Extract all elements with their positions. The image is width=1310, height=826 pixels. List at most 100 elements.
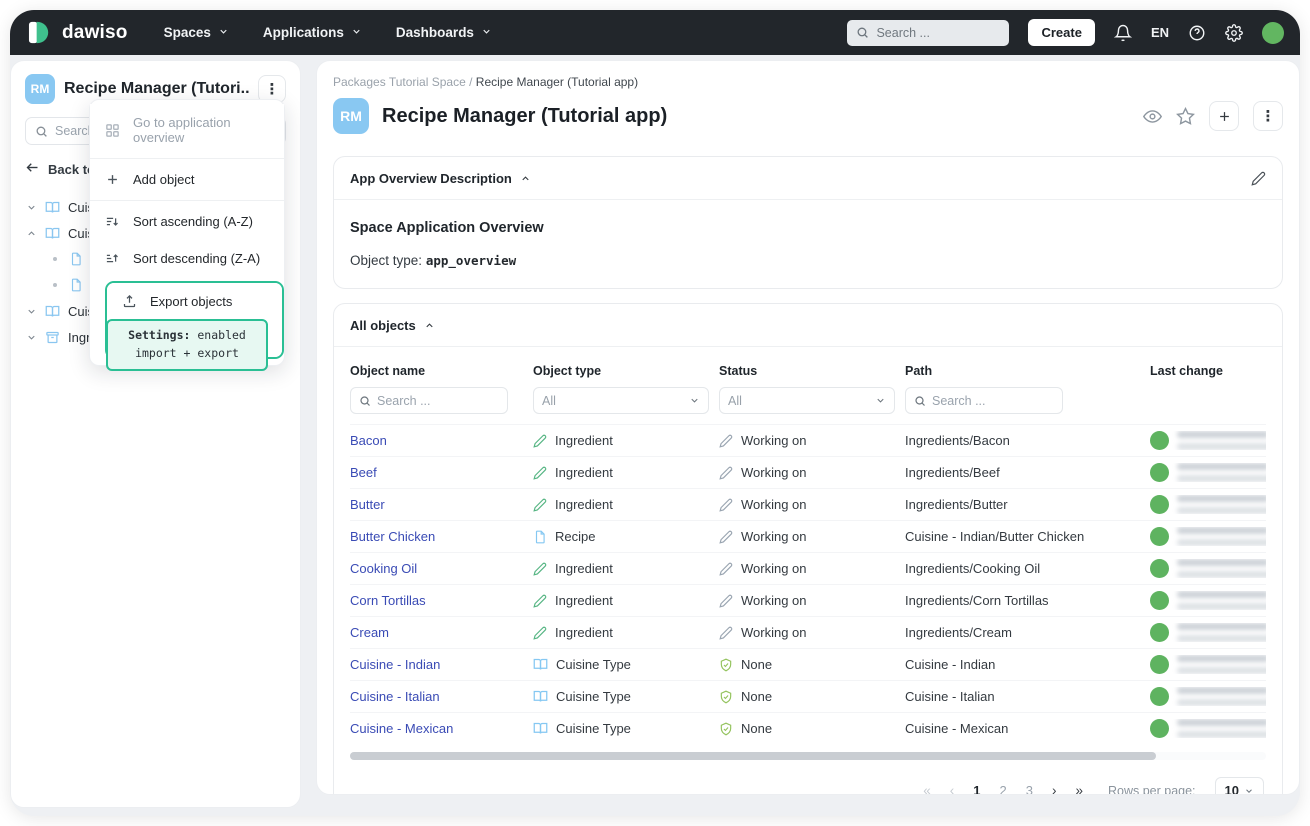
- favorite-star-icon[interactable]: [1176, 106, 1195, 126]
- column-path: Path: [905, 364, 933, 378]
- export-upload-icon: [122, 294, 137, 309]
- chevron-down-icon: [875, 395, 886, 406]
- breadcrumb-parent[interactable]: Packages Tutorial Space: [333, 75, 466, 89]
- settings-callout: Settings: enabled import + export: [106, 319, 268, 371]
- object-name-link[interactable]: Corn Tortillas: [350, 593, 426, 608]
- table-row: Butter Chicken Recipe Working on Cuisine…: [350, 520, 1266, 552]
- chevron-down-icon: [1244, 786, 1254, 795]
- object-name-link[interactable]: Butter Chicken: [350, 529, 435, 544]
- app-avatar: RM: [25, 74, 55, 104]
- object-name-link[interactable]: Cooking Oil: [350, 561, 417, 576]
- object-name-link[interactable]: Butter: [350, 497, 385, 512]
- object-name-link[interactable]: Cuisine - Italian: [350, 689, 440, 704]
- breadcrumb: Packages Tutorial Space / Recipe Manager…: [333, 75, 639, 89]
- table-header-row: Object name Object type Status Path Last…: [350, 347, 1266, 387]
- page-1-button[interactable]: 1: [973, 783, 980, 794]
- grid-icon: [105, 123, 120, 138]
- nav-dashboards[interactable]: Dashboards: [396, 25, 492, 40]
- first-page-button[interactable]: «: [923, 783, 931, 794]
- editor-avatar: [1150, 559, 1169, 578]
- sidebar: RM Recipe Manager (Tutori... ⋮ Back to C…: [10, 60, 301, 808]
- redacted-change-info: [1177, 559, 1266, 578]
- editor-avatar: [1150, 527, 1169, 546]
- object-name-link[interactable]: Bacon: [350, 433, 387, 448]
- prev-page-button[interactable]: ‹: [950, 783, 955, 794]
- bullet-icon: [53, 257, 57, 261]
- recipe-file-icon: [533, 530, 547, 544]
- editor-avatar: [1150, 719, 1169, 738]
- horizontal-scrollbar-thumb[interactable]: [350, 752, 1157, 760]
- chevron-down-icon: [25, 202, 37, 213]
- collapse-chevron-icon[interactable]: [424, 320, 435, 331]
- object-name-link[interactable]: Cream: [350, 625, 389, 640]
- last-change-cell: [1150, 719, 1266, 738]
- menu-item-sort-ascending[interactable]: Sort ascending (A-Z): [90, 203, 284, 240]
- status-filter-select[interactable]: All: [719, 387, 895, 414]
- all-objects-card: All objects Object name Object type Stat…: [333, 303, 1283, 795]
- sidebar-app-title[interactable]: Recipe Manager (Tutori...: [64, 80, 249, 98]
- path-cell: Cuisine - Indian: [905, 657, 996, 672]
- edit-pencil-icon[interactable]: [1251, 171, 1266, 186]
- page-2-button[interactable]: 2: [999, 783, 1006, 794]
- type-filter-select[interactable]: All: [533, 387, 709, 414]
- working-on-pencil-icon: [719, 594, 733, 608]
- last-change-cell: [1150, 463, 1266, 482]
- collapse-chevron-icon[interactable]: [520, 173, 531, 184]
- path-filter-input[interactable]: [932, 393, 1054, 408]
- recipe-file-icon: [69, 252, 83, 266]
- cuisine-type-book-icon: [533, 689, 548, 704]
- table-body: Bacon Ingredient Working on Ingredients/…: [350, 424, 1266, 744]
- notifications-bell-icon[interactable]: [1113, 24, 1132, 42]
- editor-avatar: [1150, 623, 1169, 642]
- path-cell: Ingredients/Beef: [905, 465, 1000, 480]
- user-avatar[interactable]: [1262, 21, 1284, 44]
- editor-avatar: [1150, 655, 1169, 674]
- name-filter-input[interactable]: [377, 393, 499, 408]
- object-name-link[interactable]: Cuisine - Indian: [350, 657, 440, 672]
- help-icon[interactable]: [1188, 24, 1206, 42]
- more-kebab-button[interactable]: ⋮: [1253, 101, 1283, 131]
- table-row: Cooking Oil Ingredient Working on Ingred…: [350, 552, 1266, 584]
- name-filter[interactable]: [350, 387, 508, 414]
- last-change-cell: [1150, 591, 1266, 610]
- next-page-button[interactable]: ›: [1052, 783, 1057, 794]
- editor-avatar: [1150, 495, 1169, 514]
- redacted-change-info: [1177, 463, 1266, 482]
- object-name-link[interactable]: Beef: [350, 465, 377, 480]
- menu-item-sort-descending[interactable]: Sort descending (Z-A): [90, 240, 284, 277]
- add-button[interactable]: [1209, 101, 1239, 131]
- global-search[interactable]: [847, 19, 1010, 46]
- ingredient-pencil-icon: [533, 594, 547, 608]
- object-name-link[interactable]: Cuisine - Mexican: [350, 721, 453, 736]
- ingredients-box-icon: [45, 330, 60, 345]
- rows-per-page-select[interactable]: 10: [1214, 777, 1264, 795]
- objects-card-title: All objects: [350, 318, 416, 333]
- recipe-file-icon: [69, 278, 83, 292]
- path-filter[interactable]: [905, 387, 1063, 414]
- last-change-cell: [1150, 623, 1266, 642]
- watch-eye-icon[interactable]: [1143, 107, 1162, 126]
- table-row: Cuisine - Mexican Cuisine Type None Cuis…: [350, 712, 1266, 744]
- dawiso-logo[interactable]: dawiso: [28, 20, 128, 45]
- editor-avatar: [1150, 463, 1169, 482]
- nav-applications[interactable]: Applications: [263, 25, 362, 40]
- chevron-down-icon: [689, 395, 700, 406]
- last-change-cell: [1150, 431, 1266, 450]
- create-button[interactable]: Create: [1028, 19, 1095, 46]
- last-change-cell: [1150, 655, 1266, 674]
- menu-item-go-to-application-overview[interactable]: Go to application overview: [90, 104, 284, 156]
- object-type-value: app_overview: [425, 253, 517, 268]
- menu-item-add-object[interactable]: Add object: [90, 161, 284, 198]
- description-heading: Space Application Overview: [350, 220, 544, 236]
- settings-gear-icon[interactable]: [1225, 23, 1243, 42]
- nav-spaces[interactable]: Spaces: [164, 25, 229, 40]
- menu-item-export-objects[interactable]: Export objects: [107, 283, 282, 320]
- last-page-button[interactable]: »: [1075, 783, 1083, 794]
- language-selector[interactable]: EN: [1151, 25, 1169, 40]
- working-on-pencil-icon: [719, 466, 733, 480]
- pagination: « ‹ 1 2 3 › » Rows per page: 10: [350, 762, 1266, 795]
- global-search-input[interactable]: [876, 25, 1001, 40]
- page-3-button[interactable]: 3: [1026, 783, 1033, 794]
- ingredient-pencil-icon: [533, 626, 547, 640]
- divider: [90, 200, 284, 201]
